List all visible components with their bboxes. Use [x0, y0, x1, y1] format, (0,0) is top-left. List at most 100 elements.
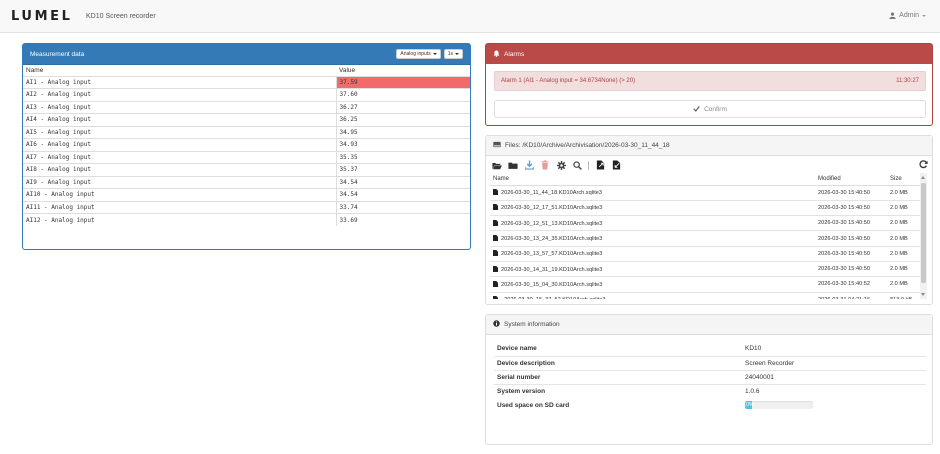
alarm-item[interactable]: Alarm 1 (AI1 - Analog input = 34.6734Non… [494, 71, 926, 91]
measurement-value: 36.25 [335, 113, 470, 126]
system-info-row: Device description Screen Recorder [494, 355, 926, 370]
measurement-value: 36.27 [335, 100, 470, 114]
user-icon [889, 12, 896, 19]
measurement-table-header: Name Value [23, 65, 470, 77]
measurement-controls: Analog inputs 1s [396, 49, 463, 59]
search-icon[interactable] [572, 160, 582, 170]
folder-open-icon[interactable] [492, 160, 502, 170]
file-modified: 2026-03-30 15:40:50 [815, 230, 887, 247]
file-name: 2026-03-30_15_04_30.KD10Arch.sqlite3 [501, 281, 603, 288]
measurement-name: AI7 - Analog input [23, 150, 336, 164]
file-row[interactable]: 2026-03-30_13_24_35.KD10Arch.sqlite3 2026… [490, 230, 920, 247]
file-row[interactable]: 2026-03-30_11_44_18.KD10Arch.sqlite3 2026… [490, 184, 920, 201]
measurement-value: 37.59 [335, 75, 470, 89]
measurement-panel-title: Measurement data [30, 50, 85, 58]
file-modified: 2026-03-31 04:21:16 [815, 291, 887, 299]
column-header-size[interactable]: Size [887, 173, 920, 186]
confirm-button[interactable]: Confirm [494, 100, 926, 118]
sd-card-progress-bar: 10% [745, 401, 754, 409]
file-row[interactable]: 2026-03-30_12_51_13.KD10Arch.sqlite3 2026… [490, 215, 920, 231]
system-info-value: Screen Recorder [742, 355, 926, 370]
column-header-modified[interactable]: Modified [815, 173, 887, 186]
measurement-name: AI9 - Analog input [23, 175, 336, 189]
input-type-dropdown-label: Analog inputs [400, 51, 431, 57]
measurement-name: AI12 - Analog input [23, 213, 336, 226]
file-size: 2.0 MB [887, 184, 920, 201]
file-name: 2026-03-30_12_51_13.KD10Arch.sqlite3 [501, 220, 603, 227]
file-icon [493, 250, 498, 257]
measurement-row: AI9 - Analog input 34.54 [23, 175, 470, 189]
column-header-name[interactable]: Name [490, 173, 815, 186]
system-info-row: System version 1.0.6 [494, 383, 926, 398]
file-size: 2.0 MB [887, 276, 920, 293]
app-title: KD10 Screen recorder [86, 13, 156, 20]
refresh-icon[interactable] [919, 160, 928, 171]
files-table-container[interactable]: Name Modified Size 2026-03-30_11_44_18.K… [490, 173, 920, 299]
file-name-cell: 2026-03-30_12_17_51.KD10Arch.sqlite3 [490, 199, 815, 216]
file-name: 2026-03-30_14_31_19.KD10Arch.sqlite3 [501, 266, 603, 273]
trash-icon[interactable] [540, 160, 550, 170]
alarm-time: 11:30:27 [896, 78, 919, 84]
chevron-down-icon [922, 14, 926, 17]
file-icon [493, 265, 498, 272]
user-menu[interactable]: Admin [889, 12, 926, 19]
system-info-label: System version [494, 383, 742, 398]
measurement-row: AI6 - Analog input 34.93 [23, 138, 470, 151]
bell-icon [493, 50, 500, 59]
sd-card-value: 10% [742, 398, 926, 412]
refresh-interval-label: 1s [447, 51, 453, 57]
scroll-down-icon[interactable] [921, 293, 925, 296]
file-modified: 2026-03-30 15:40:50 [815, 184, 887, 201]
measurement-value: 34.93 [335, 138, 470, 151]
column-header-value[interactable]: Value [336, 65, 470, 77]
measurement-name: AI10 - Analog input [23, 188, 336, 201]
file-row[interactable]: _2026-03-30_15_37_52.KD10Arch.sqlite3 202… [490, 291, 920, 299]
scroll-up-icon[interactable] [921, 176, 925, 179]
file-modified: 2026-03-30 15:40:50 [815, 245, 887, 262]
measurement-value: 33.69 [335, 213, 470, 226]
measurement-row: AI4 - Analog input 36.25 [23, 113, 470, 126]
files-panel-title: Files: /KD10/Archive/Archivisation/2026-… [505, 142, 670, 149]
files-panel-heading: Files: /KD10/Archive/Archivisation/2026-… [486, 136, 932, 156]
system-info-heading: System information [486, 315, 932, 335]
measurement-row: AI3 - Analog input 36.27 [23, 100, 470, 114]
file-row[interactable]: 2026-03-30_12_17_51.KD10Arch.sqlite3 2026… [490, 199, 920, 216]
measurement-name: AI11 - Analog input [23, 200, 336, 214]
file-modified: 2026-03-30 15:40:50 [815, 215, 887, 231]
measurement-table: Name Value AI1 - Analog input 37.59 AI2 - … [23, 65, 470, 226]
sd-card-label: Used space on SD card [497, 401, 570, 409]
file-export-icon[interactable] [595, 160, 605, 170]
file-row[interactable]: 2026-03-30_14_31_19.KD10Arch.sqlite3 2026… [490, 260, 920, 277]
file-row[interactable]: 2026-03-30_15_04_30.KD10Arch.sqlite3 2026… [490, 276, 920, 293]
file-import-icon[interactable] [611, 160, 621, 170]
file-name: 2026-03-30_12_17_51.KD10Arch.sqlite3 [501, 205, 603, 212]
files-table-header: Name Modified Size [490, 173, 920, 186]
system-info-panel: System information Device name KD10 Device… [485, 314, 933, 445]
measurement-row: AI11 - Analog input 33.74 [23, 200, 470, 214]
input-type-dropdown[interactable]: Analog inputs [396, 49, 441, 59]
check-icon [693, 105, 700, 114]
measurement-value: 34.54 [335, 188, 470, 201]
gear-icon[interactable] [556, 160, 566, 170]
column-header-name[interactable]: Name [23, 65, 336, 77]
chevron-down-icon [432, 53, 437, 55]
measurement-row: AI5 - Analog input 34.95 [23, 125, 470, 139]
measurement-name: AI6 - Analog input [23, 138, 336, 151]
measurement-name: AI2 - Analog input [23, 88, 336, 101]
download-icon[interactable] [524, 160, 534, 170]
refresh-interval-dropdown[interactable]: 1s [443, 49, 463, 59]
scrollbar-thumb[interactable] [921, 183, 926, 283]
file-name-cell: 2026-03-30_12_51_13.KD10Arch.sqlite3 [490, 215, 815, 231]
system-info-row: Serial number 24040001 [494, 369, 926, 384]
file-name-cell: 2026-03-30_13_24_35.KD10Arch.sqlite3 [490, 230, 815, 247]
system-info-label: Device name [497, 345, 537, 353]
file-row[interactable]: 2026-03-30_13_57_57.KD10Arch.sqlite3 2026… [490, 245, 920, 262]
folder-icon[interactable] [508, 160, 518, 170]
file-icon [493, 204, 498, 211]
alarms-panel-heading: Alarms [486, 44, 932, 64]
measurement-panel-heading: Measurement data Analog inputs 1s [23, 44, 470, 65]
file-name: _2026-03-30_15_37_52.KD10Arch.sqlite3 [501, 297, 606, 299]
brand-logo[interactable]: LUMEL [11, 9, 72, 24]
files-scrollbar[interactable] [920, 173, 927, 299]
file-modified: 2026-03-30 15:40:50 [815, 199, 887, 216]
